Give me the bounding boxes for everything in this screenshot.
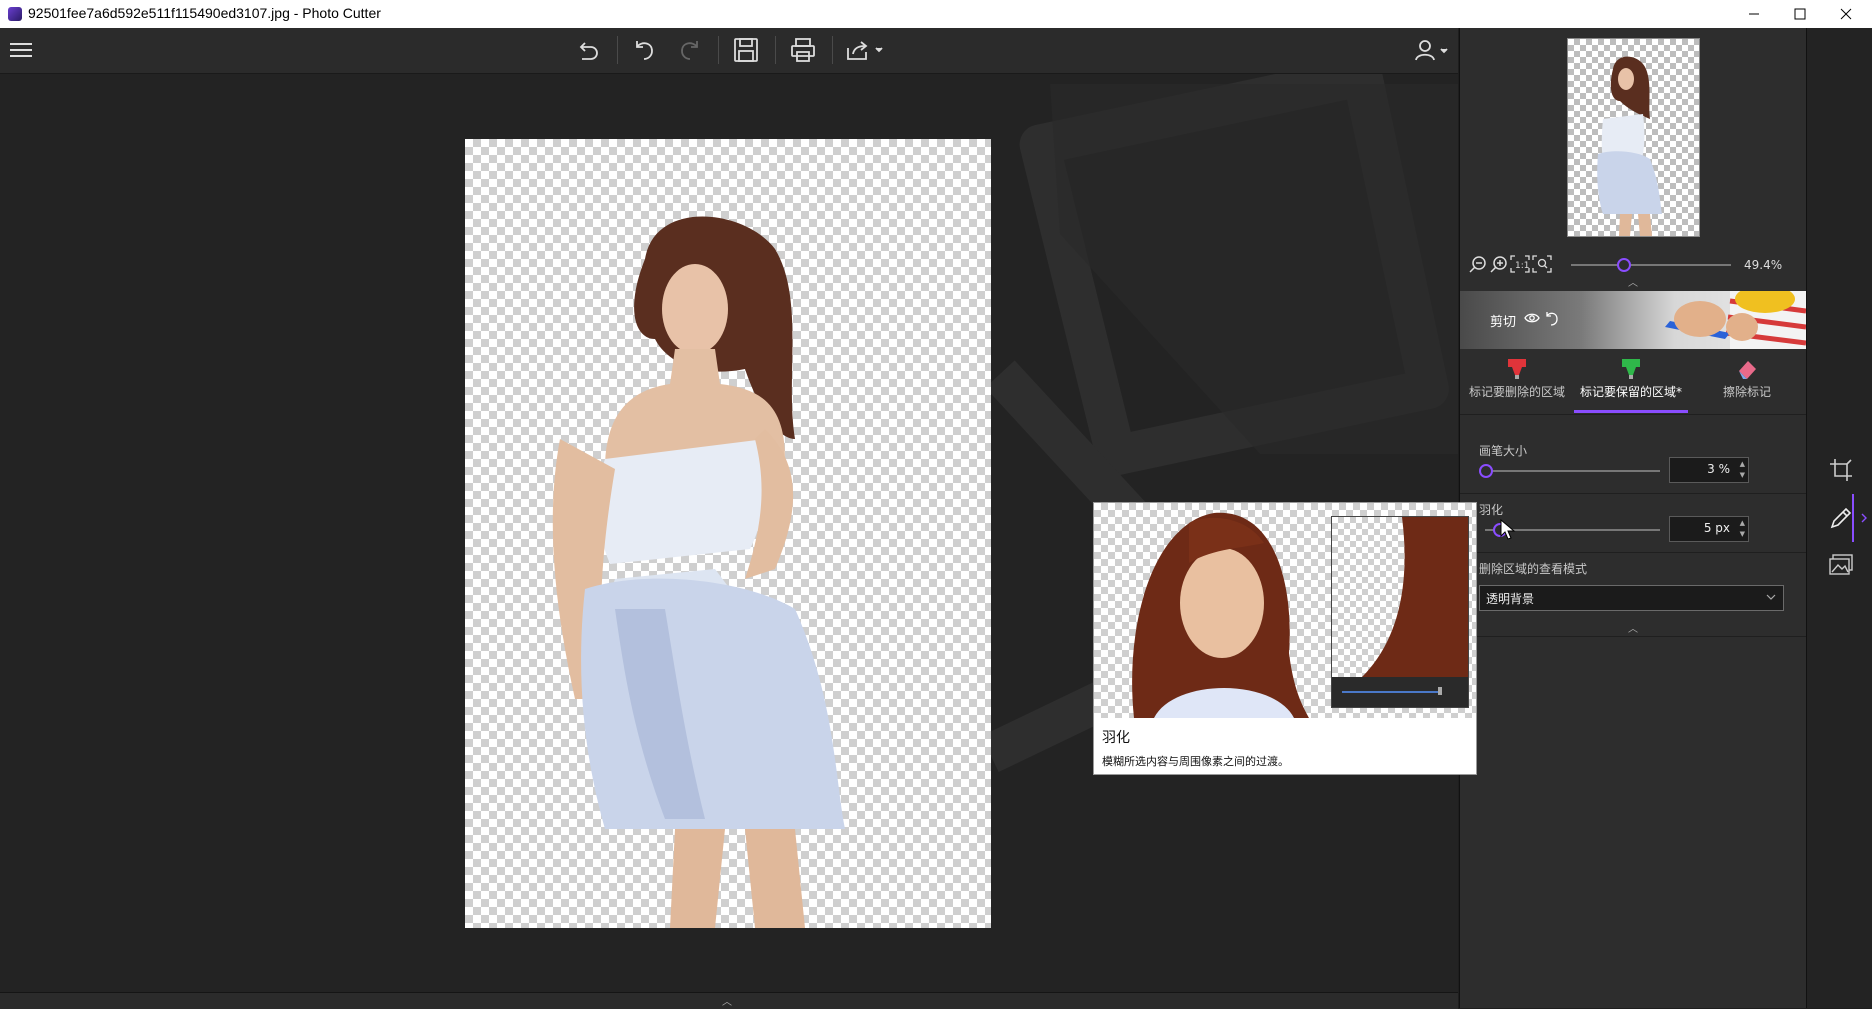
subject-photo[interactable] — [465, 139, 991, 928]
tooltip-title: 羽化 — [1102, 730, 1130, 746]
collapse-navigator-icon[interactable]: ︿ — [1628, 274, 1638, 289]
fit-to-screen-icon[interactable] — [1532, 254, 1552, 274]
tool-mark-keep[interactable]: 标记要保留的区域* — [1574, 351, 1688, 414]
zoom-value: 49.4% — [1744, 258, 1783, 272]
actual-size-icon[interactable]: 1:1 — [1510, 254, 1530, 274]
spin-down-icon[interactable]: ▼ — [1740, 530, 1745, 538]
background-image-icon[interactable] — [1828, 552, 1854, 578]
brush-pencil-icon[interactable] — [1828, 505, 1854, 531]
cut-section-label: 剪切 — [1490, 315, 1517, 330]
bottom-collapse-bar[interactable]: ︿ — [0, 992, 1458, 1009]
view-mode-value: 透明背景 — [1486, 592, 1535, 606]
brush-size-value: 3 % — [1707, 462, 1730, 476]
eraser-icon — [1735, 357, 1759, 381]
green-marker-icon — [1619, 357, 1643, 381]
title-bar: 92501fee7a6d592e511f115490ed3107.jpg - P… — [0, 0, 1872, 28]
feather-input[interactable]: 5 px ▲ ▼ — [1669, 516, 1749, 542]
user-account-icon[interactable] — [1413, 36, 1449, 64]
tool-label: 标记要删除的区域 — [1468, 385, 1565, 399]
tool-erase-marks[interactable]: 擦除标记 — [1688, 351, 1806, 414]
active-tool-indicator — [1574, 410, 1688, 413]
zoom-in-icon[interactable] — [1489, 254, 1509, 274]
tool-label: 擦除标记 — [1722, 385, 1771, 399]
expand-arrow-icon[interactable] — [1860, 512, 1868, 524]
feather-label: 羽化 — [1479, 503, 1504, 517]
print-icon[interactable] — [789, 36, 817, 64]
side-tool-strip — [1806, 28, 1872, 1008]
svg-text:1:1: 1:1 — [1515, 261, 1529, 271]
undo-all-icon[interactable] — [574, 36, 602, 64]
tool-label: 标记要保留的区域* — [1579, 385, 1682, 399]
tooltip-description: 模糊所选内容与周围像素之间的过渡。 — [1102, 755, 1289, 768]
view-mode-label: 删除区域的查看模式 — [1479, 562, 1588, 576]
tooltip-inset-slider — [1332, 677, 1468, 707]
brush-size-slider-track[interactable] — [1485, 470, 1660, 472]
brush-size-slider-handle[interactable] — [1479, 464, 1493, 478]
chevron-down-icon — [1766, 594, 1776, 600]
brush-size-label: 画笔大小 — [1479, 444, 1528, 458]
app-logo-icon — [8, 7, 22, 21]
maximize-button[interactable] — [1777, 0, 1823, 28]
active-strip-indicator — [1852, 494, 1854, 542]
zoom-out-icon[interactable] — [1468, 254, 1488, 274]
visibility-eye-icon[interactable] — [1524, 311, 1540, 325]
spin-up-icon[interactable]: ▲ — [1740, 519, 1745, 527]
chevron-up-icon[interactable]: ︿ — [722, 993, 732, 1008]
mouse-cursor-icon — [1500, 519, 1516, 540]
menu-icon[interactable] — [7, 36, 35, 64]
zoom-slider-track[interactable] — [1571, 264, 1731, 266]
zoom-slider-handle[interactable] — [1617, 258, 1631, 272]
feather-tooltip: 羽化 模糊所选内容与周围像素之间的过渡。 — [1093, 502, 1477, 775]
spin-up-icon[interactable]: ▲ — [1740, 460, 1745, 468]
feather-value: 5 px — [1703, 521, 1730, 535]
collapse-settings-icon[interactable]: ︿ — [1628, 620, 1638, 635]
cut-section-header[interactable]: 剪切 — [1460, 291, 1806, 349]
person-cutout-image — [552, 216, 845, 928]
tooltip-zoom-inset — [1331, 516, 1469, 708]
right-panel: 1:1 49.4% ︿ 剪切 标记要删除的区域 标记要保留的区域* 擦除标记 画… — [1459, 28, 1806, 1008]
share-icon[interactable] — [845, 36, 885, 64]
thumbnail-person-image — [1597, 56, 1662, 236]
red-marker-icon — [1505, 357, 1529, 381]
save-icon[interactable] — [732, 36, 760, 64]
view-mode-dropdown[interactable]: 透明背景 — [1479, 585, 1784, 611]
spin-down-icon[interactable]: ▼ — [1740, 471, 1745, 479]
undo-icon[interactable] — [630, 36, 658, 64]
scissors-banner-image — [1665, 291, 1806, 349]
toolbar — [0, 28, 1458, 74]
brush-size-input[interactable]: 3 % ▲ ▼ — [1669, 457, 1749, 483]
navigator-thumbnail[interactable] — [1567, 38, 1700, 237]
crop-icon[interactable] — [1828, 457, 1854, 483]
tooltip-preview-image — [1094, 503, 1476, 718]
tool-mark-remove[interactable]: 标记要删除的区域 — [1460, 351, 1574, 414]
minimize-button[interactable] — [1731, 0, 1777, 28]
reset-icon[interactable] — [1544, 310, 1560, 326]
window-title: 92501fee7a6d592e511f115490ed3107.jpg - P… — [28, 5, 381, 21]
close-button[interactable] — [1823, 0, 1869, 28]
marker-tools: 标记要删除的区域 标记要保留的区域* 擦除标记 — [1460, 351, 1806, 415]
redo-icon[interactable] — [676, 36, 704, 64]
